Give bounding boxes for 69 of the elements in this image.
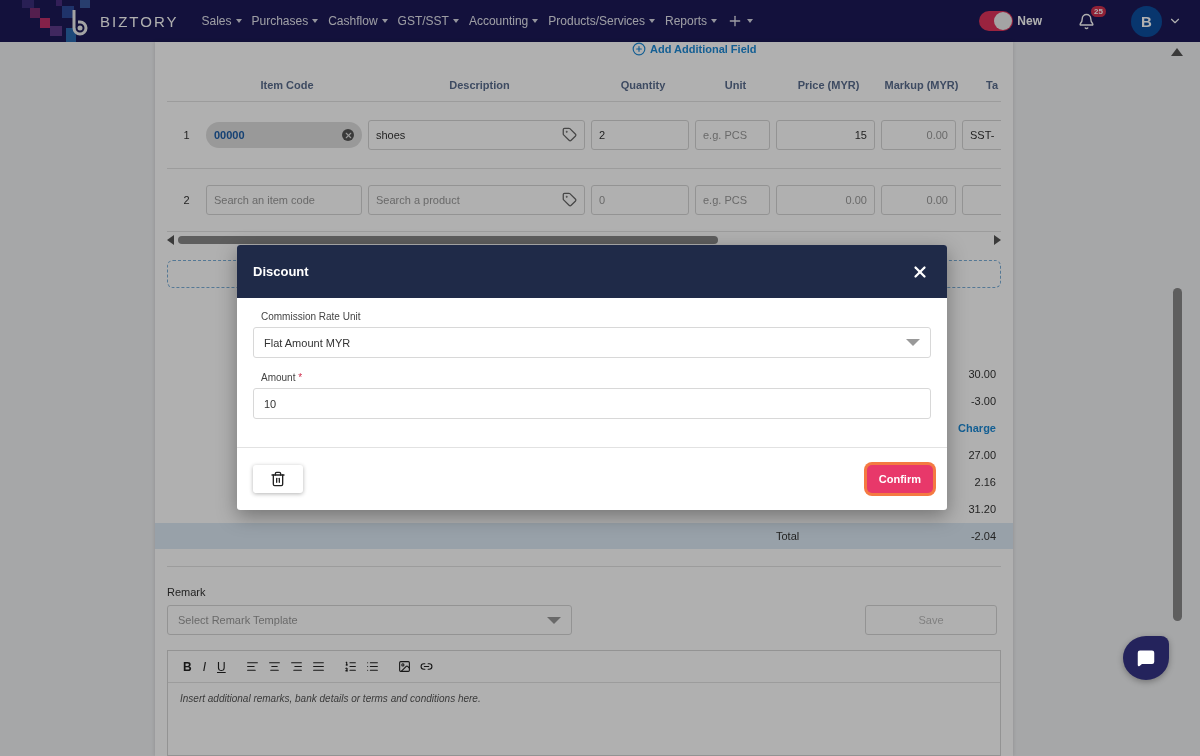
row-number: 2 [182,194,191,206]
nav-menu-item[interactable]: Reports [660,14,722,28]
nav-menu-item[interactable]: GST/SST [392,14,464,28]
bell-icon[interactable] [1078,12,1095,30]
clear-icon[interactable] [342,129,354,141]
format-button[interactable]: B [180,659,195,674]
nav-menu-item[interactable]: Accounting [463,14,544,28]
unit-field[interactable]: e.g. PCS [695,185,770,215]
rate-unit-select[interactable]: Flat Amount MYR [253,327,931,358]
unit-field[interactable]: e.g. PCS [695,120,770,150]
scrollbar-thumb[interactable] [178,236,718,244]
amount-field[interactable]: 10 [253,388,931,419]
amount-value: 30.00 [967,367,996,380]
column-header: Description [448,78,511,91]
chat-bubble-icon [1137,649,1155,667]
new-toggle[interactable] [979,11,1014,31]
delete-button[interactable] [253,465,303,493]
quantity-field[interactable]: 2 [591,120,689,150]
row-number: 1 [182,129,191,141]
scroll-right-arrow[interactable] [994,235,1001,245]
price-field[interactable]: 0.00 [776,185,875,215]
total-label: Total [776,530,801,542]
column-header: Markup (MYR) [883,78,960,91]
format-button[interactable]: I [199,659,209,674]
user-avatar[interactable]: B [1131,5,1162,37]
amount-value: 31.20 [967,502,996,515]
column-header: Price (MYR) [796,78,861,91]
tag-icon[interactable] [562,192,577,207]
scrollbar-thumb[interactable] [1172,288,1182,621]
amount-value: 27.00 [967,448,996,461]
confirm-button[interactable]: Confirm [866,465,933,493]
link-icon[interactable] [417,660,435,673]
description-field[interactable]: Search a product [368,185,585,215]
amount-value: -2.04 [969,530,996,542]
notification-count: 25 [1091,5,1106,17]
field-label: Amount * [261,372,304,383]
markup-field[interactable]: 0.00 [881,185,956,215]
editor-placeholder: Insert additional remarks, bank details or terms and conditions here. [179,692,482,706]
item-code-field[interactable]: Search an item code [206,185,362,215]
description-field[interactable]: shoes [368,120,585,150]
column-header: Quantity [619,78,667,91]
plus-icon [727,13,743,29]
tax-field[interactable] [962,185,1001,215]
tag-icon[interactable] [562,127,577,142]
toggle-label: New [1017,14,1042,28]
column-header: Item Code [259,78,315,91]
format-button[interactable]: U [214,659,229,674]
column-header: Ta [985,78,1000,91]
chat-button[interactable] [1123,636,1169,680]
field-label: Commission Rate Unit [261,311,362,322]
nav-menu-item[interactable]: Sales [196,14,247,28]
amount-value: -3.00 [969,394,996,407]
remark-label: Remark [167,586,207,598]
amount-value: 2.16 [973,475,996,488]
brand-name: BIZTORY [100,12,179,30]
price-field[interactable]: 15 [776,120,875,150]
markup-field[interactable]: 0.00 [881,120,956,150]
nav-menu-item[interactable]: Cashflow [323,14,393,28]
trash-icon [270,471,286,487]
remark-editor[interactable]: B I U Insert additional remarks, bank details or terms and conditions here. [167,650,1001,756]
item-code-chip[interactable]: 00000 [206,122,362,148]
plus-circle-icon [632,42,646,56]
column-header: Unit [723,78,748,91]
tax-field[interactable]: SST- [962,120,1001,150]
scroll-up-arrow[interactable] [1171,48,1183,56]
quantity-field[interactable]: 0 [591,185,689,215]
nav-menu-item[interactable]: Products/Services [543,14,660,28]
nav-menu-item[interactable]: Purchases [246,14,324,28]
dialog-title: Discount [253,264,309,279]
